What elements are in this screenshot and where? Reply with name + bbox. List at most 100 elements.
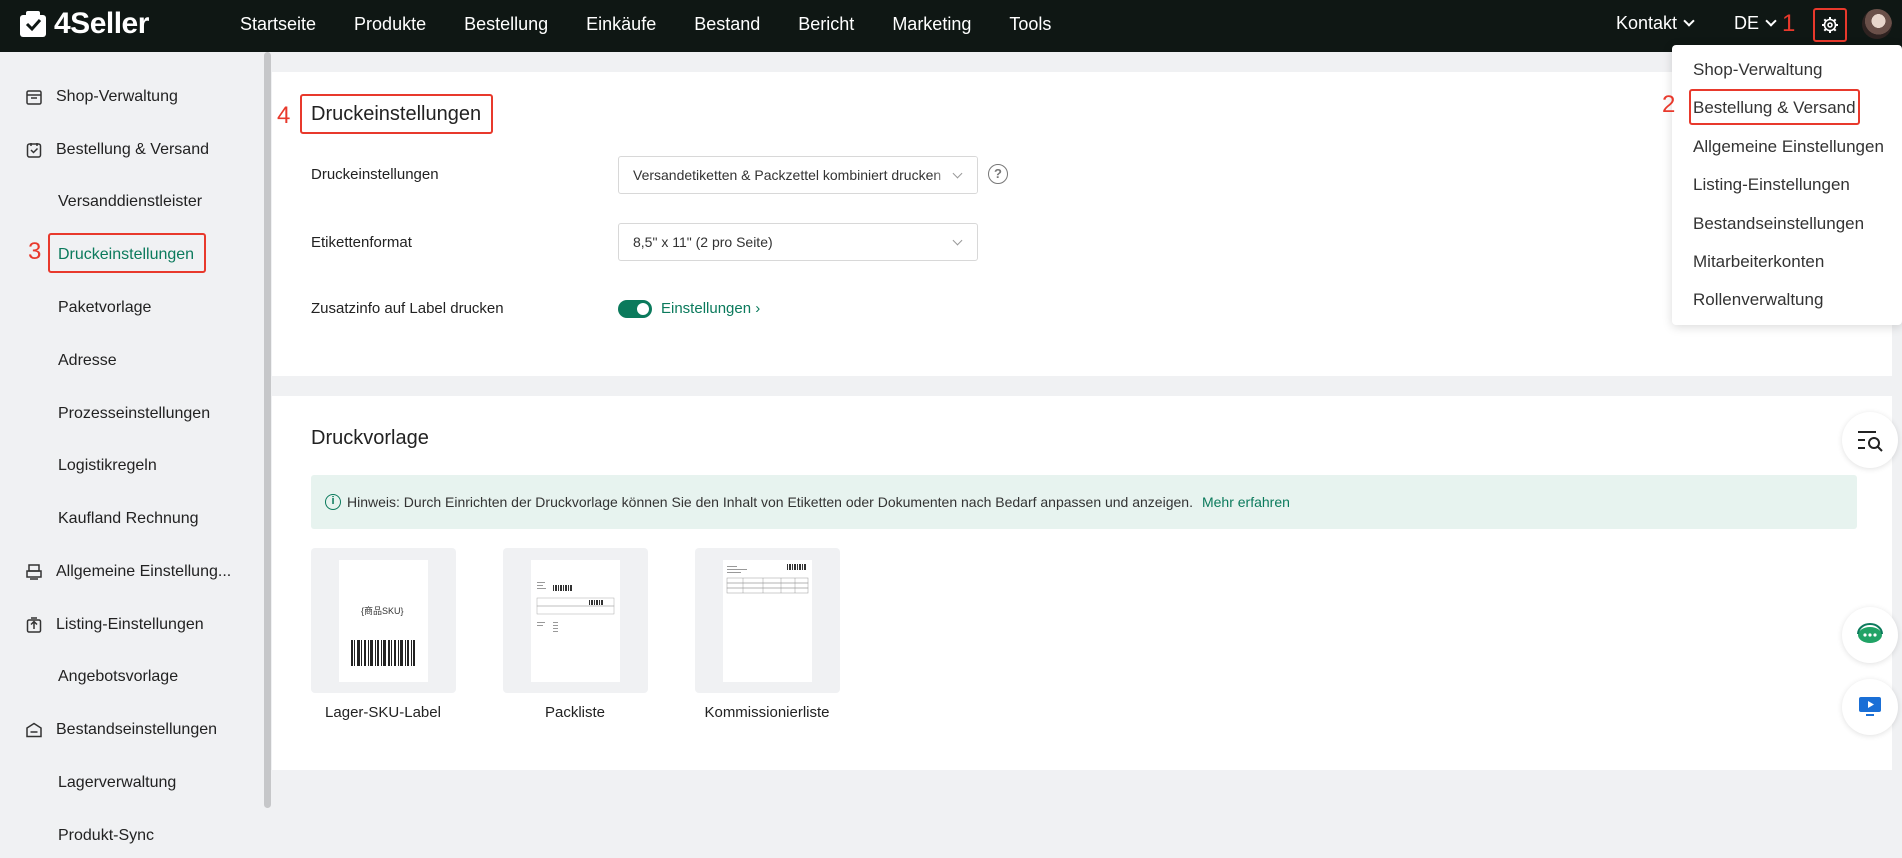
printer-icon — [24, 562, 44, 582]
menu-item-rollenverwaltung[interactable]: Rollenverwaltung — [1693, 290, 1823, 310]
annotation-4: 4 — [277, 102, 291, 129]
language-label: DE — [1734, 13, 1760, 33]
label-format-value: 8,5" x 11" (2 pro Seite) — [633, 234, 773, 250]
annotation-3: 3 — [28, 238, 42, 265]
menu-item-mitarbeiterkonten[interactable]: Mitarbeiterkonten — [1693, 252, 1824, 272]
template-label: Lager-SKU-Label — [325, 704, 441, 721]
search-list-icon — [1858, 431, 1883, 452]
sidebar-item-versanddienstleister[interactable]: Versanddienstleister — [0, 182, 262, 222]
menu-item-shop-verwaltung[interactable]: Shop-Verwaltung — [1693, 60, 1822, 80]
sidebar-item-label: Shop-Verwaltung — [56, 88, 178, 105]
info-icon: i — [325, 494, 341, 510]
barcode-icon — [351, 640, 415, 666]
label-format-label: Etikettenformat — [311, 234, 412, 251]
document-preview-icon — [726, 564, 809, 594]
nav-bestellung[interactable]: Bestellung — [464, 14, 548, 35]
page-title: Druckeinstellungen — [311, 103, 482, 125]
menu-item-bestandseinstellungen[interactable]: Bestandseinstellungen — [1693, 214, 1864, 234]
template-thumbnail: {商品SKU} — [339, 560, 428, 682]
sidebar-item-label: Lagerverwaltung — [58, 774, 177, 791]
template-thumbnail — [531, 560, 620, 682]
menu-item-listing-einstellungen[interactable]: Listing-Einstellungen — [1693, 175, 1850, 195]
highlight-box-sidebar — [48, 233, 206, 273]
document-preview-icon — [536, 582, 615, 632]
sidebar-item-label: Versanddienstleister — [58, 193, 203, 210]
sidebar-item-label: Adresse — [58, 352, 117, 369]
extra-info-settings-text: Einstellungen — [661, 300, 752, 317]
thumb-sku-text: {商品SKU} — [361, 606, 404, 616]
video-tutorial-button[interactable] — [1842, 679, 1898, 735]
template-card-packliste[interactable] — [503, 548, 648, 693]
notice-banner: i Hinweis: Durch Einrichten der Druckvor… — [311, 475, 1857, 529]
kontakt-menu[interactable]: Kontakt — [1616, 13, 1695, 34]
menu-item-allgemeine-einstellungen[interactable]: Allgemeine Einstellungen — [1693, 137, 1884, 157]
sidebar-item-label: Bestandseinstellungen — [56, 721, 218, 738]
language-selector[interactable]: DE — [1734, 13, 1777, 34]
sidebar-item-label: Logistikregeln — [58, 457, 157, 474]
sidebar-item-kaufland-rechnung[interactable]: Kaufland Rechnung — [0, 499, 262, 539]
nav-bericht[interactable]: Bericht — [798, 14, 854, 35]
annotation-1: 1 — [1782, 10, 1796, 37]
sidebar-scrollbar[interactable] — [264, 52, 271, 808]
extra-info-settings-link[interactable]: Einstellungen › — [661, 300, 760, 317]
sidebar-item-listing-einstellungen[interactable]: Listing-Einstellungen — [0, 605, 262, 645]
help-icon[interactable]: ? — [988, 164, 1008, 184]
upload-icon — [24, 615, 44, 635]
sidebar-item-angebotsvorlage[interactable]: Angebotsvorlage — [0, 657, 262, 697]
sidebar-item-bestandseinstellungen[interactable]: Bestandseinstellungen — [0, 710, 262, 750]
chevron-down-icon — [952, 235, 963, 246]
extra-info-label: Zusatzinfo auf Label drucken — [311, 300, 504, 317]
logo[interactable]: 4Seller — [18, 9, 149, 39]
support-chat-button[interactable] — [1842, 607, 1898, 663]
kontakt-label: Kontakt — [1616, 13, 1678, 33]
sidebar-item-label: Produkt-Sync — [58, 827, 155, 844]
sidebar-item-label: Allgemeine Einstellung... — [56, 563, 232, 580]
sidebar-item-bestellung-versand[interactable]: Bestellung & Versand — [0, 130, 262, 170]
gear-icon — [1822, 17, 1838, 33]
shop-icon — [24, 87, 44, 107]
template-thumbnail — [723, 560, 812, 682]
nav-einkaeufe[interactable]: Einkäufe — [586, 14, 656, 35]
nav-bestand[interactable]: Bestand — [694, 14, 760, 35]
search-list-button[interactable] — [1842, 412, 1898, 468]
menu-item-bestellung-versand[interactable]: Bestellung & Versand — [1693, 98, 1856, 118]
nav-startseite[interactable]: Startseite — [240, 14, 316, 35]
sidebar-item-label: Listing-Einstellungen — [56, 616, 204, 633]
template-label: Packliste — [544, 704, 606, 721]
print-mode-label: Druckeinstellungen — [311, 166, 439, 183]
chevron-down-icon — [1683, 15, 1695, 27]
templates-title: Druckvorlage — [311, 427, 429, 449]
sidebar-item-shop-verwaltung[interactable]: Shop-Verwaltung — [0, 77, 262, 117]
template-card-lager-sku-label[interactable]: {商品SKU} — [311, 548, 456, 693]
sidebar-item-label: Bestellung & Versand — [56, 141, 209, 158]
monitor-play-icon — [1859, 697, 1881, 716]
sidebar-item-produkt-sync[interactable]: Produkt-Sync — [0, 816, 262, 856]
label-format-select[interactable]: 8,5" x 11" (2 pro Seite) — [618, 223, 978, 261]
sidebar-item-label: Angebotsvorlage — [58, 668, 179, 685]
sidebar-item-label: Prozesseinstellungen — [58, 405, 211, 422]
nav-tools[interactable]: Tools — [1009, 14, 1051, 35]
notice-text: Hinweis: Durch Einrichten der Druckvorla… — [347, 494, 1193, 510]
print-mode-value: Versandetiketten & Packzettel kombiniert… — [633, 167, 942, 183]
template-card-kommissionierliste[interactable] — [695, 548, 840, 693]
sidebar-item-adresse[interactable]: Adresse — [0, 341, 262, 381]
extra-info-toggle[interactable] — [618, 300, 652, 318]
template-label: Kommissionierliste — [704, 704, 830, 721]
chat-support-icon — [1857, 623, 1883, 643]
chevron-right-icon: › — [755, 300, 761, 317]
sidebar-item-prozesseinstellungen[interactable]: Prozesseinstellungen — [0, 394, 262, 434]
avatar[interactable] — [1862, 9, 1892, 39]
learn-more-link[interactable]: Mehr erfahren — [1202, 494, 1290, 510]
print-mode-select[interactable]: Versandetiketten & Packzettel kombiniert… — [618, 156, 978, 194]
warehouse-icon — [24, 720, 44, 740]
sidebar-item-logistikregeln[interactable]: Logistikregeln — [0, 446, 262, 486]
sidebar-item-allgemeine-einstellungen[interactable]: Allgemeine Einstellung... — [0, 552, 262, 592]
main-nav: Startseite Produkte Bestellung Einkäufe … — [240, 0, 1089, 48]
nav-produkte[interactable]: Produkte — [354, 14, 426, 35]
sidebar-item-lagerverwaltung[interactable]: Lagerverwaltung — [0, 763, 262, 803]
sidebar-item-paketvorlage[interactable]: Paketvorlage — [0, 288, 262, 328]
sidebar-item-label: Kaufland Rechnung — [58, 510, 199, 527]
settings-button[interactable] — [1813, 8, 1847, 42]
chevron-down-icon — [1765, 15, 1777, 27]
nav-marketing[interactable]: Marketing — [892, 14, 971, 35]
